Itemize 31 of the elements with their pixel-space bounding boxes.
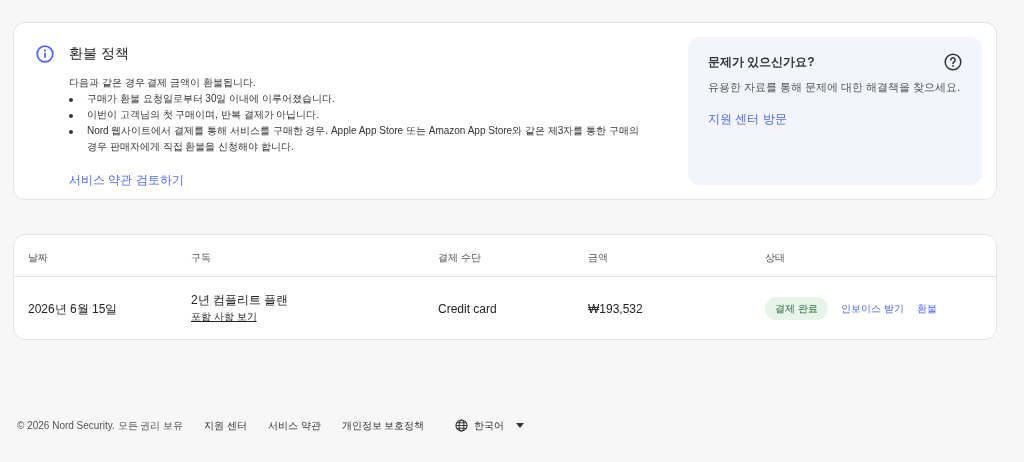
status-badge: 결제 완료	[765, 296, 828, 320]
help-text: 유용한 자료를 통해 문제에 대한 해결책을 찾으세요.	[708, 80, 962, 95]
info-icon	[36, 45, 54, 63]
column-header: 금액	[588, 251, 608, 263]
intro-text: 다음과 같은 경우 결제 금액이 환불됩니다.	[69, 76, 257, 90]
column-header: 상태	[765, 251, 785, 263]
footer-link[interactable]: 지원 센터	[204, 418, 247, 433]
condition-text: 이번이 고객님의 첫 구매이며, 반복 결제가 아닙니다.	[87, 108, 321, 122]
copyright-text: © 2026 Nord Security. 모든 권리 보유	[17, 419, 184, 433]
column-header: 구독	[191, 251, 211, 263]
footer-link[interactable]: 서비스 약관	[267, 418, 321, 433]
table-cell: ₩193,532	[588, 302, 643, 316]
table-cell: 2026년 6월 15일	[28, 302, 118, 316]
table-cell: Credit card	[438, 302, 497, 316]
terms-link[interactable]: 서비스 약관 검토하기	[69, 171, 647, 189]
condition-text: 구매가 환불 요청일로부터 30일 이내에 이루어졌습니다.	[87, 92, 336, 106]
help-center-link[interactable]: 지원 센터 방문	[708, 109, 787, 128]
caret-icon	[516, 423, 525, 428]
details-link[interactable]: 포함 사항 보기	[191, 309, 257, 325]
footer-link[interactable]: 개인정보 보호정책	[341, 418, 425, 433]
condition-text: Nord 웹사이트에서 결제를 통해 서비스를 구매한 경우. Apple App Store 또는 Amazon App Store와 같은 제3자를 통한 구매의 경우 판매자에게 직접 환불을 신청해야 합니다.	[87, 124, 640, 154]
help-title: 문제가 있으신가요?	[708, 54, 815, 71]
globe-icon	[455, 419, 469, 432]
section-title: 환불 정책	[69, 44, 130, 63]
plan-name: 2년 컴플리트 플랜	[191, 292, 289, 309]
help-icon	[944, 53, 962, 71]
column-header: 결제 수단	[438, 251, 481, 263]
action-link[interactable]: 환불	[916, 300, 937, 316]
action-link[interactable]: 인보이스 받기	[840, 300, 904, 316]
column-header: 날짜	[28, 251, 48, 263]
language-selector[interactable]: 한국어	[455, 418, 525, 433]
